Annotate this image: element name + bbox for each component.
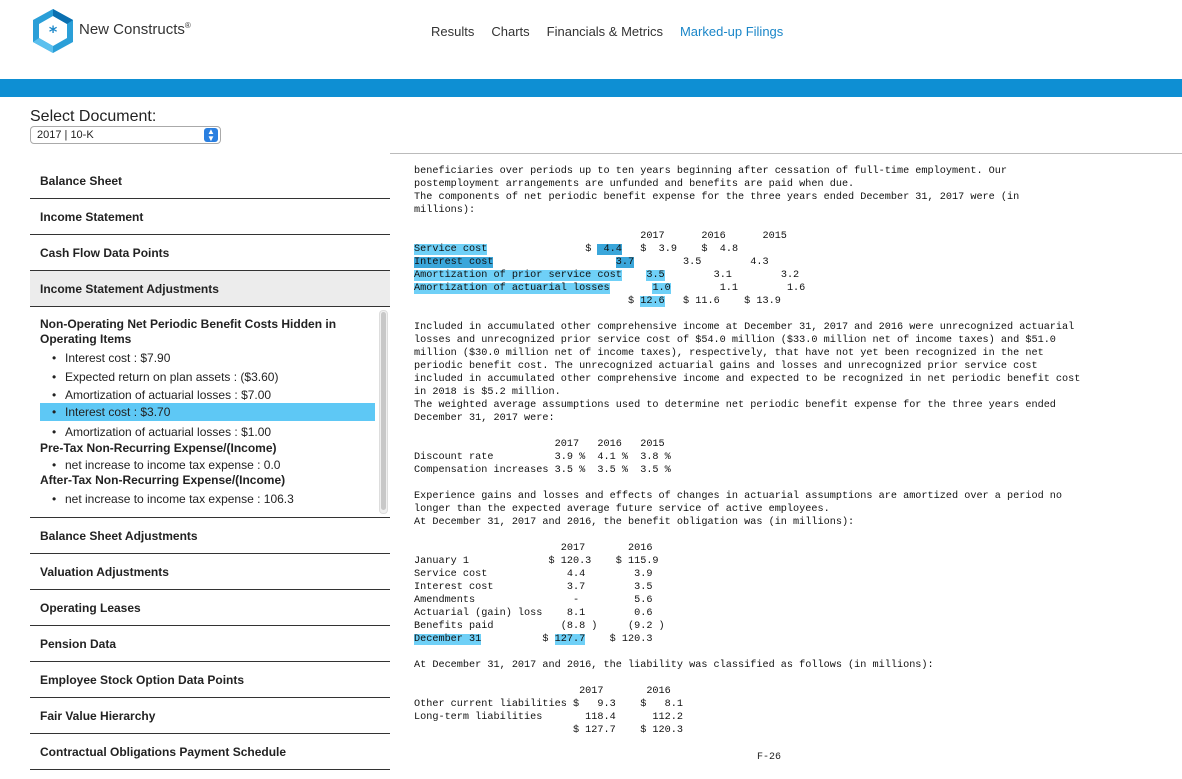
scrollbar-thumb[interactable]: [381, 312, 386, 510]
sidebar-item-operating-leases[interactable]: Operating Leases: [30, 590, 390, 626]
group-title: Non-Operating Net Periodic Benefit Costs…: [40, 317, 337, 346]
table-cell-highlighted[interactable]: 3.5: [646, 270, 665, 281]
doc-paragraph: At December 31, 2017 and 2016, the liabi…: [414, 660, 934, 671]
sidebar-item-pension-data[interactable]: Pension Data: [30, 626, 390, 662]
document-select[interactable]: 2017 | 10-K ▲ ▼: [30, 126, 221, 144]
nav-results[interactable]: Results: [431, 24, 474, 39]
sidebar-item-fair-value-hierarchy[interactable]: Fair Value Hierarchy: [30, 698, 390, 734]
table-row-label[interactable]: Service cost: [414, 244, 488, 255]
doc-paragraph: Experience gains and losses and effects …: [414, 491, 1063, 528]
table-row-label[interactable]: December 31: [414, 634, 482, 645]
select-document-label: Select Document:: [30, 108, 157, 125]
sidebar-item-valuation-adjustments[interactable]: Valuation Adjustments: [30, 554, 390, 590]
header-bar: [0, 79, 1182, 97]
obligation-table: 2017 2016 January 1 $ 120.3 $ 115.9 Serv…: [414, 543, 665, 632]
brand-name[interactable]: New Constructs®: [79, 21, 191, 38]
table-row-label[interactable]: Amortization of actuarial losses: [414, 283, 610, 294]
panel-scrollbar[interactable]: [379, 310, 388, 514]
list-item-selected[interactable]: Interest cost : $3.70: [40, 403, 375, 421]
table-cell-highlighted[interactable]: 12.6: [640, 296, 665, 307]
page-number: F-26: [757, 752, 782, 763]
logo-icon[interactable]: *: [30, 8, 76, 54]
sidebar-item-employee-stock-option[interactable]: Employee Stock Option Data Points: [30, 662, 390, 698]
filing-document: beneficiaries over periods up to ten yea…: [414, 166, 1081, 736]
sidebar-item-income-statement[interactable]: Income Statement: [30, 199, 390, 235]
document-select-value: 2017 | 10-K: [37, 129, 94, 141]
table-row-label[interactable]: Amortization of prior service cost: [414, 270, 622, 281]
table-row-label[interactable]: Interest cost: [414, 257, 494, 268]
nav-marked-up-filings[interactable]: Marked-up Filings: [680, 24, 783, 39]
table-cell-highlighted[interactable]: 1.0: [652, 283, 671, 294]
list-item[interactable]: Expected return on plan assets : ($3.60): [40, 368, 375, 386]
table-cell-highlighted[interactable]: 3.7: [615, 257, 635, 268]
sidebar-item-contractual-obligations[interactable]: Contractual Obligations Payment Schedule: [30, 734, 390, 770]
list-item[interactable]: Amortization of actuarial losses : $7.00: [40, 386, 375, 404]
doc-paragraph: Included in accumulated other comprehens…: [414, 322, 1081, 424]
group-title: After-Tax Non-Recurring Expense/(Income): [40, 473, 286, 487]
chevron-updown-icon: ▲ ▼: [204, 128, 218, 143]
nav-financials-metrics[interactable]: Financials & Metrics: [547, 24, 663, 39]
sidebar-item-cash-flow[interactable]: Cash Flow Data Points: [30, 235, 390, 271]
liability-table: 2017 2016 Other current liabilities $ 9.…: [414, 686, 683, 736]
table-cell-highlighted[interactable]: 4.4: [597, 244, 622, 255]
nav-charts[interactable]: Charts: [491, 24, 529, 39]
divider: [390, 153, 1182, 154]
list-item[interactable]: Amortization of actuarial losses : $1.00: [40, 423, 375, 441]
sidebar-item-balance-sheet-adjustments[interactable]: Balance Sheet Adjustments: [30, 518, 390, 554]
svg-text:*: *: [49, 22, 58, 41]
group-title: Pre-Tax Non-Recurring Expense/(Income): [40, 441, 277, 455]
adjustments-panel: Non-Operating Net Periodic Benefit Costs…: [30, 307, 390, 518]
table-header: 2017 2016 2015: [414, 231, 787, 242]
header: * New Constructs® Results Charts Financi…: [0, 0, 1182, 80]
sidebar-item-income-statement-adjustments[interactable]: Income Statement Adjustments: [30, 271, 390, 307]
table-cell-highlighted[interactable]: 127.7: [554, 634, 586, 645]
sidebar-item-balance-sheet[interactable]: Balance Sheet: [30, 163, 390, 199]
doc-paragraph: beneficiaries over periods up to ten yea…: [414, 166, 1020, 216]
list-item[interactable]: net increase to income tax expense : 106…: [40, 490, 375, 508]
list-item[interactable]: net increase to income tax expense : 0.0: [40, 456, 375, 474]
list-item[interactable]: Interest cost : $7.90: [40, 349, 375, 367]
assumptions-table: 2017 2016 2015 Discount rate 3.9 % 4.1 %…: [414, 439, 671, 476]
main-nav: Results Charts Financials & Metrics Mark…: [431, 24, 800, 39]
